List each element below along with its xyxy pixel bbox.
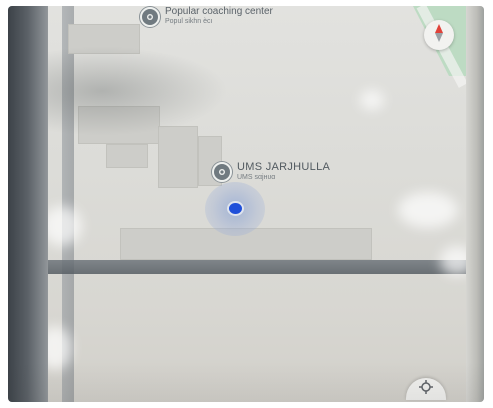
road-horizontal <box>48 260 476 274</box>
photo-glare <box>48 206 82 246</box>
poi-name: UMS JARJHULLA <box>237 161 331 173</box>
photo-shadow <box>48 46 228 136</box>
current-location-dot[interactable] <box>229 203 242 214</box>
poi-marker-coaching-center[interactable]: Popular coaching center Popul sikhn ѐcı <box>140 6 273 27</box>
building-footprint <box>106 144 148 168</box>
poi-marker-ums-jarjhulla[interactable]: UMS JARJHULLA UMS ѕαjнυα <box>212 161 331 182</box>
map-canvas[interactable]: Popular coaching center Popul sikhn ѐcı … <box>48 6 476 402</box>
poi-subtitle: UMS ѕαjнυα <box>237 173 276 181</box>
poi-icon <box>212 162 232 182</box>
photo-glare <box>360 90 384 110</box>
poi-subtitle: Popul sikhn ѐcı <box>165 17 213 25</box>
poi-name: Popular coaching center <box>165 6 273 17</box>
photo-glare <box>398 192 458 228</box>
device-bezel-right <box>466 6 484 402</box>
photo-vignette <box>8 362 484 402</box>
photo-frame: Popular coaching center Popul sikhn ѐcı … <box>8 6 484 402</box>
compass-button[interactable] <box>424 20 454 50</box>
poi-icon <box>140 7 160 27</box>
compass-icon <box>433 23 445 47</box>
